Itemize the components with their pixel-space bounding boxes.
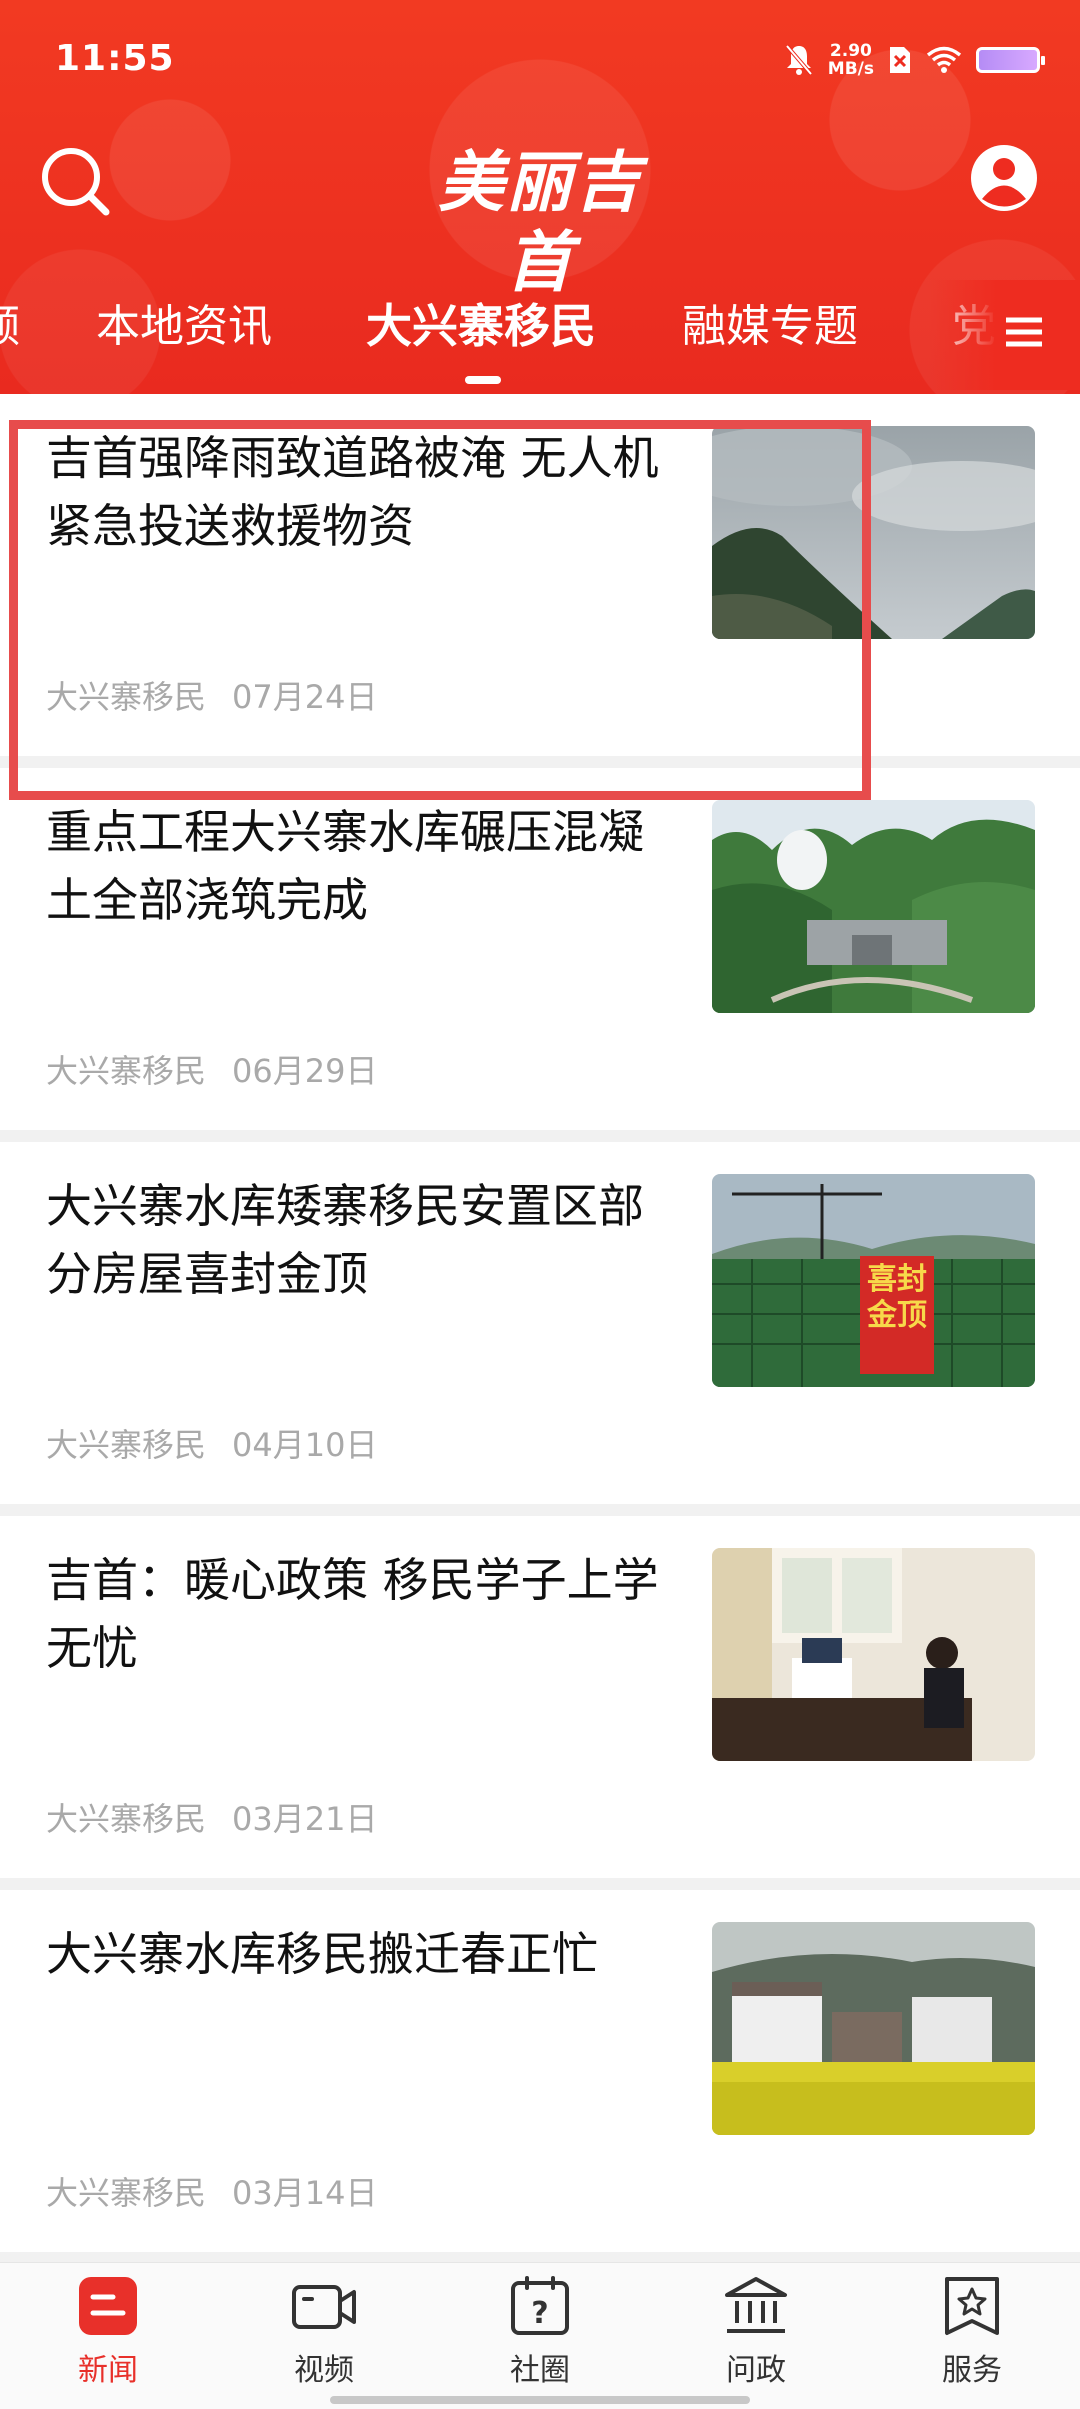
wifi-icon [926,46,962,73]
news-date: 03月21日 [232,1800,378,1838]
network-speed: 2.90 MB/s [828,42,874,78]
nav-label: 服务 [942,2353,1002,2388]
news-date: 04月10日 [232,1426,378,1464]
news-date: 07月24日 [232,678,378,716]
nav-government[interactable]: 问政 [696,2275,816,2395]
tab-partial-left[interactable]: 频 [0,290,20,354]
nav-community[interactable]: ? 社圈 [480,2275,600,2395]
nav-news[interactable]: 新闻 [48,2275,168,2395]
news-item[interactable]: 大兴寨水库移民搬迁春正忙 大兴寨移民 03月14日 [0,1890,1080,2252]
news-meta: 大兴寨移民 06月29日 [46,1046,377,1092]
news-thumbnail-office[interactable] [712,1548,1035,1761]
service-icon [945,2277,999,2335]
news-source: 大兴寨移民 [46,1800,207,1838]
news-item[interactable]: 吉首强降雨致道路被淹 无人机紧急投送救援物资 大兴寨移民 07月24日 [0,394,1080,756]
news-source: 大兴寨移民 [46,678,207,716]
nav-label: 视频 [294,2353,354,2388]
search-icon[interactable] [36,142,116,222]
bottom-navigation: 新闻 视频 ? 社圈 问政 服务 [0,2262,1080,2409]
government-icon [725,2277,787,2333]
community-icon: ? [511,2276,569,2335]
status-bar: 11:55 2.90 MB/s [0,0,1080,120]
news-meta: 大兴寨移民 03月14日 [46,2168,377,2214]
news-date: 03月14日 [232,2174,378,2212]
nav-label: 新闻 [78,2353,138,2388]
profile-icon[interactable] [968,142,1040,214]
news-source: 大兴寨移民 [46,1052,207,1090]
news-title[interactable]: 吉首：暖心政策 移民学子上学无忧 [46,1546,666,1682]
news-source: 大兴寨移民 [46,2174,207,2212]
news-item[interactable]: 吉首：暖心政策 移民学子上学无忧 大兴寨移民 03月21日 [0,1516,1080,1878]
category-tabs: 频 本地资讯 大兴寨移民 融媒专题 党 [0,280,1080,390]
top-bar: 美丽吉首 [0,120,1080,301]
news-list: 吉首强降雨致道路被淹 无人机紧急投送救援物资 大兴寨移民 07月24日 重点工程大… [0,394,1080,2264]
status-time: 11:55 [55,38,175,79]
news-item[interactable]: 大兴寨水库矮寨移民安置区部分房屋喜封金顶 大兴寨移民 04月10日 喜封金顶 [0,1142,1080,1504]
app-header: 11:55 2.90 MB/s 美丽吉首 本地资讯 大兴寨移民 融媒专题 [0,0,1080,394]
home-indicator[interactable] [330,2396,750,2404]
active-tab-indicator [465,376,501,384]
news-source: 大兴寨移民 [46,1426,207,1464]
tab-media-topics[interactable]: 融媒专题 [682,290,858,354]
news-title[interactable]: 大兴寨水库矮寨移民安置区部分房屋喜封金顶 [46,1172,666,1308]
nav-video[interactable]: 视频 [264,2275,384,2395]
news-thumbnail-dam[interactable] [712,800,1035,1013]
battery-icon [976,47,1045,73]
news-icon [79,2277,137,2335]
news-meta: 大兴寨移民 03月21日 [46,1794,377,1840]
menu-icon[interactable] [994,302,1054,362]
nav-service[interactable]: 服务 [912,2275,1032,2395]
network-speed-value: 2.90 [829,41,872,61]
app-logo: 美丽吉首 [438,143,642,301]
tab-daxingzhai-migration[interactable]: 大兴寨移民 [366,290,596,356]
mute-icon [785,44,813,76]
news-title[interactable]: 大兴寨水库移民搬迁春正忙 [46,1920,666,1988]
news-title[interactable]: 吉首强降雨致道路被淹 无人机紧急投送救援物资 [46,424,666,560]
sim-disabled-icon [890,47,910,73]
news-thumbnail-mountain-clouds[interactable] [712,426,1035,639]
svg-text:?: ? [531,2296,548,2331]
nav-label: 问政 [726,2353,786,2388]
news-meta: 大兴寨移民 07月24日 [46,672,377,718]
video-icon [292,2285,356,2329]
news-item[interactable]: 重点工程大兴寨水库碾压混凝土全部浇筑完成 大兴寨移民 06月29日 [0,768,1080,1130]
tab-local-news[interactable]: 本地资讯 [96,290,272,354]
news-title[interactable]: 重点工程大兴寨水库碾压混凝土全部浇筑完成 [46,798,666,934]
news-thumbnail-construction[interactable]: 喜封金顶 [712,1174,1035,1387]
news-date: 06月29日 [232,1052,378,1090]
thumbnail-banner-text: 喜封金顶 [867,1262,927,1333]
network-speed-unit: MB/s [827,59,874,79]
nav-label: 社圈 [510,2353,570,2388]
news-meta: 大兴寨移民 04月10日 [46,1420,377,1466]
news-thumbnail-village-rapeseed[interactable] [712,1922,1035,2135]
status-icons: 2.90 MB/s [784,40,1045,80]
